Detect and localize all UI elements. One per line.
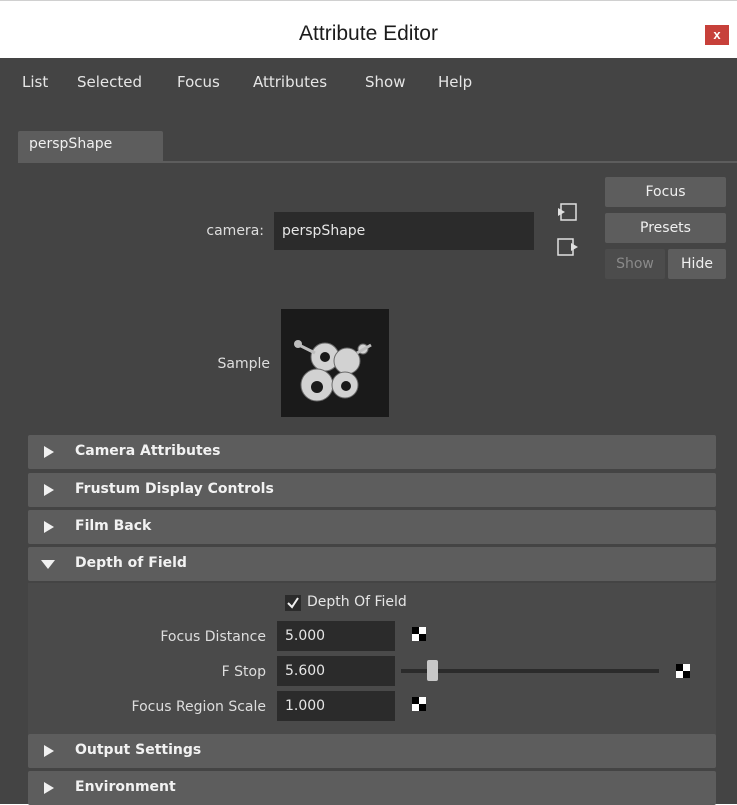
- section-frustum-display-controls[interactable]: Frustum Display Controls: [28, 473, 716, 507]
- section-label: Output Settings: [75, 742, 202, 758]
- window-title: Attribute Editor: [299, 22, 438, 45]
- menu-help[interactable]: Help: [438, 73, 472, 91]
- expand-arrow-icon: [44, 484, 54, 496]
- menu-selected[interactable]: Selected: [77, 73, 142, 91]
- depth-of-field-checkbox-label: Depth Of Field: [307, 594, 407, 610]
- f-stop-label: F Stop: [221, 664, 266, 680]
- section-film-back[interactable]: Film Back: [28, 510, 716, 544]
- node-name-field[interactable]: [274, 212, 534, 250]
- expand-arrow-icon: [44, 521, 54, 533]
- focus-distance-label: Focus Distance: [160, 629, 266, 645]
- hide-button[interactable]: Hide: [668, 249, 726, 279]
- menu-focus[interactable]: Focus: [177, 73, 220, 91]
- section-label: Film Back: [75, 518, 152, 534]
- checkmark-icon[interactable]: [285, 595, 301, 611]
- menu-bar: List Selected Focus Attributes Show Help: [0, 58, 737, 110]
- attribute-panel: camera: Focus Presets Show Hide Sample: [18, 161, 737, 805]
- depth-of-field-body: Depth Of Field Focus Distance F Stop Foc…: [28, 583, 716, 735]
- focus-distance-field[interactable]: [277, 621, 395, 651]
- f-stop-slider-track[interactable]: [401, 669, 659, 673]
- focus-button[interactable]: Focus: [605, 177, 726, 207]
- expand-arrow-icon: [44, 782, 54, 794]
- menu-list[interactable]: List: [22, 73, 48, 91]
- expand-arrow-icon: [44, 446, 54, 458]
- presets-button[interactable]: Presets: [605, 213, 726, 243]
- f-stop-field[interactable]: [277, 656, 395, 686]
- close-button[interactable]: x: [705, 25, 729, 45]
- title-bar: Attribute Editor x: [0, 0, 737, 58]
- f-stop-slider-handle[interactable]: [426, 660, 438, 681]
- sample-swatch-image: [281, 309, 389, 417]
- sample-label: Sample: [217, 356, 271, 372]
- select-output-icon[interactable]: [556, 236, 580, 258]
- section-label: Camera Attributes: [75, 443, 221, 459]
- collapse-arrow-icon: [41, 560, 55, 569]
- section-camera-attributes[interactable]: Camera Attributes: [28, 435, 716, 469]
- section-environment[interactable]: Environment: [28, 771, 716, 805]
- section-label: Environment: [75, 779, 176, 795]
- show-button[interactable]: Show: [605, 249, 665, 279]
- map-button-icon[interactable]: [412, 627, 426, 641]
- node-type-label: camera:: [206, 223, 264, 239]
- section-depth-of-field[interactable]: Depth of Field: [28, 547, 716, 581]
- map-button-icon[interactable]: [676, 664, 690, 678]
- expand-arrow-icon: [44, 745, 54, 757]
- select-input-icon[interactable]: [556, 201, 580, 223]
- tab-perspshape[interactable]: perspShape: [18, 131, 163, 161]
- attribute-editor-window: List Selected Focus Attributes Show Help…: [0, 58, 737, 805]
- section-output-settings[interactable]: Output Settings: [28, 734, 716, 768]
- focus-region-scale-field[interactable]: [277, 691, 395, 721]
- map-button-icon[interactable]: [412, 697, 426, 711]
- section-label: Depth of Field: [75, 555, 187, 571]
- menu-show[interactable]: Show: [365, 73, 405, 91]
- focus-region-scale-label: Focus Region Scale: [131, 699, 266, 715]
- menu-attributes[interactable]: Attributes: [253, 73, 327, 91]
- section-label: Frustum Display Controls: [75, 481, 274, 497]
